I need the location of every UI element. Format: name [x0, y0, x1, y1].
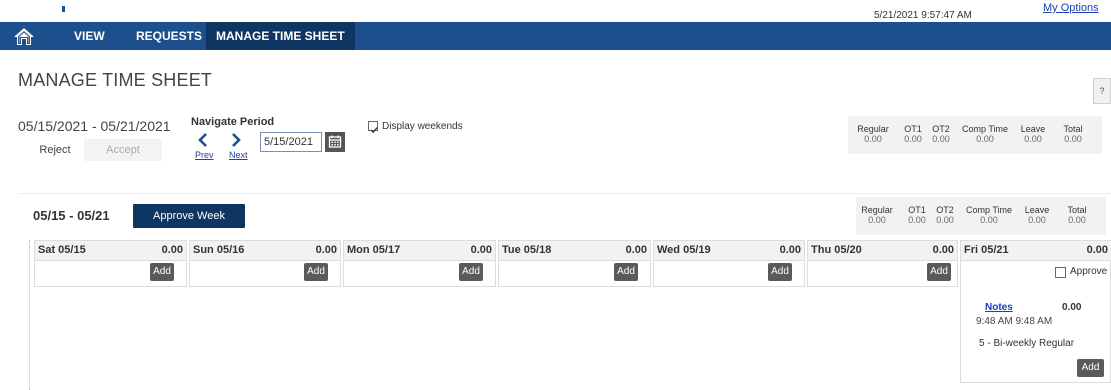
current-datetime: 5/21/2021 9:57:47 AM [874, 10, 972, 21]
accept-button[interactable]: Accept [84, 139, 162, 161]
my-options-link[interactable]: My Options [1043, 2, 1099, 14]
nav-requests[interactable]: REQUESTS [126, 22, 212, 50]
prev-link[interactable]: Prev [195, 150, 214, 160]
week-totals-panel: Regular 0.00 OT1 0.00 OT2 0.00 Comp Time 0.0… [856, 197, 1106, 235]
add-entry-button-fri[interactable]: Add [1077, 359, 1104, 377]
approve-day-checkbox[interactable] [1055, 267, 1066, 278]
period-date-input[interactable] [260, 132, 322, 152]
entry-time-range: 9:48 AM 9:48 AM [976, 316, 1053, 327]
day-header-thu: Thu 05/20 0.00 [807, 240, 958, 261]
reject-button[interactable]: Reject [28, 139, 82, 161]
week-totals-header-leave: Leave [1024, 205, 1050, 215]
day-label: Tue 05/18 [502, 244, 552, 256]
day-label: Thu 05/20 [811, 244, 862, 256]
totals-header-comp-time: Comp Time [961, 124, 1008, 134]
day-hours: 0.00 [161, 244, 183, 256]
day-hours: 0.00 [315, 244, 337, 256]
day-hours: 0.00 [779, 244, 801, 256]
week-totals-value-ot2: 0.00 [936, 215, 954, 225]
week-totals-header-ot1: OT1 [908, 205, 926, 215]
logo-mark [62, 6, 65, 12]
week-range: 05/15 - 05/21 [33, 208, 110, 223]
add-entry-button-thu[interactable]: Add [927, 263, 951, 281]
day-hours: 0.00 [932, 244, 954, 256]
totals-header-ot2: OT2 [932, 124, 950, 134]
nav-manage-time-sheet[interactable]: MANAGE TIME SHEET [206, 22, 355, 50]
add-entry-button-sun[interactable]: Add [304, 263, 328, 281]
day-hours: 0.00 [625, 244, 647, 256]
day-header-sun: Sun 05/16 0.00 [189, 240, 341, 261]
day-label: Fri 05/21 [964, 244, 1009, 256]
totals-value-leave: 0.00 [1024, 134, 1042, 144]
week-totals-header-regular: Regular [861, 205, 893, 215]
week-totals-value-leave: 0.00 [1028, 215, 1046, 225]
period-totals-panel: Regular 0.00 OT1 0.00 OT2 0.00 Comp Time 0.0… [848, 116, 1102, 154]
help-button[interactable]: ? [1093, 78, 1111, 104]
week-totals-header-ot2: OT2 [936, 205, 954, 215]
day-header-sat: Sat 05/15 0.00 [34, 240, 187, 261]
week-totals-value-ot1: 0.00 [908, 215, 926, 225]
day-header-mon: Mon 05/17 0.00 [343, 240, 496, 261]
entry-hours: 0.00 [1062, 302, 1082, 313]
nav-view[interactable]: VIEW [64, 22, 115, 50]
approve-day-label: Approve [1070, 266, 1108, 277]
totals-header-regular: Regular [857, 124, 889, 134]
totals-value-ot1: 0.00 [904, 134, 922, 144]
week-totals-header-total: Total [1067, 205, 1087, 215]
chevron-right-icon[interactable] [229, 132, 243, 148]
day-hours: 0.00 [470, 244, 492, 256]
totals-value-ot2: 0.00 [932, 134, 950, 144]
day-label: Sun 05/16 [193, 244, 245, 256]
grid-left-rule [29, 240, 30, 390]
week-totals-header-comp-time: Comp Time [965, 205, 1012, 215]
add-entry-button-sat[interactable]: Add [150, 263, 174, 281]
totals-value-total: 0.00 [1064, 134, 1082, 144]
notes-link[interactable]: Notes [985, 302, 1013, 313]
day-label: Mon 05/17 [347, 244, 401, 256]
week-totals-value-comp-time: 0.00 [980, 215, 998, 225]
day-header-tue: Tue 05/18 0.00 [498, 240, 651, 261]
add-entry-button-wed[interactable]: Add [768, 263, 792, 281]
day-label: Wed 05/19 [657, 244, 711, 256]
period-range: 05/15/2021 - 05/21/2021 [18, 118, 171, 134]
day-hours: 0.00 [1086, 244, 1108, 256]
day-header-wed: Wed 05/19 0.00 [653, 240, 805, 261]
page-title: MANAGE TIME SHEET [18, 70, 213, 90]
chevron-left-icon[interactable] [196, 132, 210, 148]
day-label: Sat 05/15 [38, 244, 86, 256]
add-entry-button-mon[interactable]: Add [459, 263, 483, 281]
totals-header-ot1: OT1 [904, 124, 922, 134]
entry-pay-code: 5 - Bi-weekly Regular [979, 338, 1075, 349]
display-weekends-label: Display weekends [382, 121, 463, 132]
navigate-period-label: Navigate Period [191, 116, 275, 128]
next-link[interactable]: Next [229, 150, 248, 160]
totals-value-comp-time: 0.00 [976, 134, 994, 144]
totals-header-total: Total [1063, 124, 1083, 134]
week-totals-value-total: 0.00 [1068, 215, 1086, 225]
totals-header-leave: Leave [1020, 124, 1046, 134]
calendar-icon[interactable] [325, 132, 345, 152]
add-entry-button-tue[interactable]: Add [614, 263, 638, 281]
approve-week-button[interactable]: Approve Week [133, 204, 245, 228]
totals-value-regular: 0.00 [864, 134, 882, 144]
section-divider [18, 193, 1111, 194]
home-icon[interactable] [13, 26, 35, 46]
display-weekends-checkbox[interactable] [368, 121, 378, 134]
week-totals-value-regular: 0.00 [868, 215, 886, 225]
day-header-fri: Fri 05/21 0.00 [960, 240, 1111, 261]
